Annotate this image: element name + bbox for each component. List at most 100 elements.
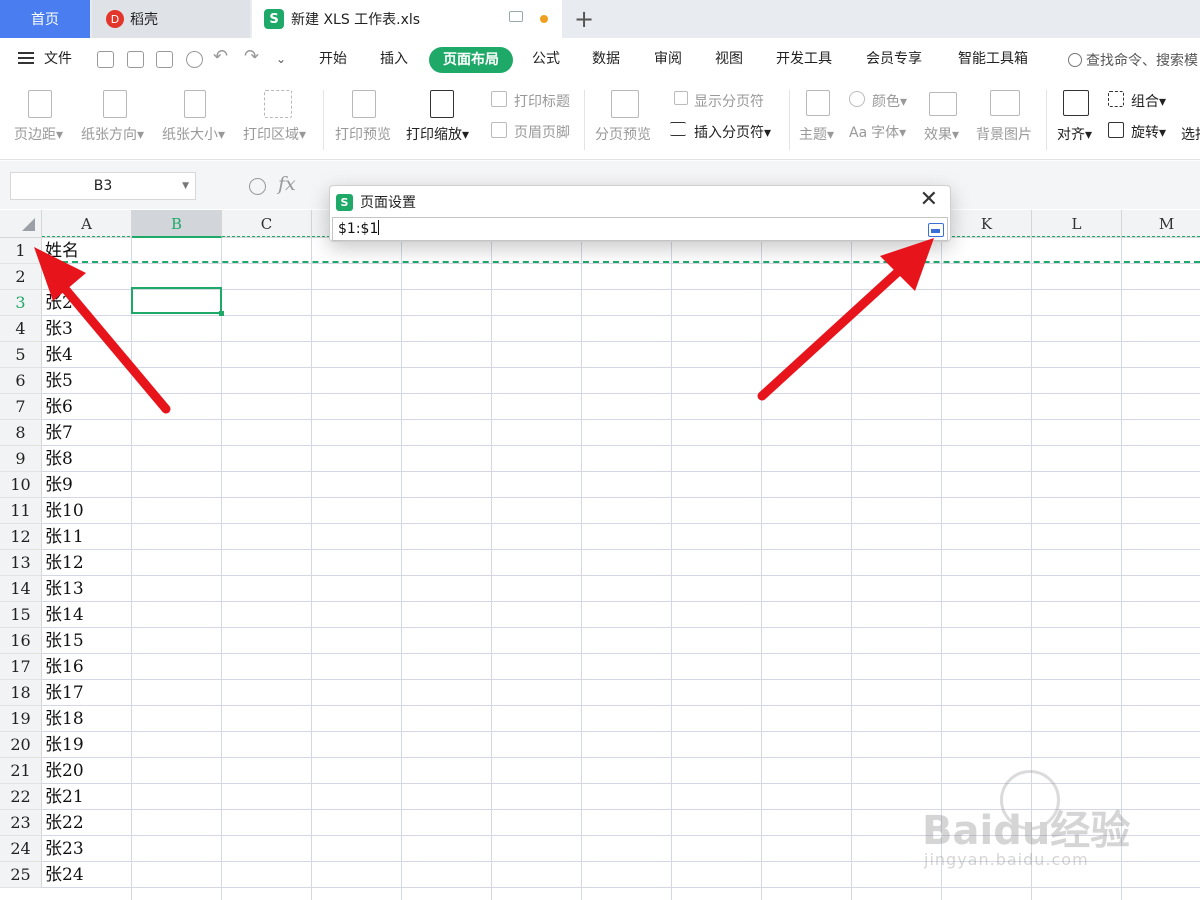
menu-start[interactable]: 开始: [319, 48, 347, 68]
group-button[interactable]: 组合▾: [1131, 91, 1166, 111]
name-box[interactable]: B3 ▼: [10, 172, 196, 200]
column-header-l[interactable]: L: [1032, 210, 1122, 238]
row-header-17[interactable]: 17: [0, 654, 42, 680]
cell-a6[interactable]: 张5: [42, 368, 132, 394]
cell-a13[interactable]: 张12: [42, 550, 132, 576]
row-header-21[interactable]: 21: [0, 758, 42, 784]
row-header-22[interactable]: 22: [0, 784, 42, 810]
menu-developer[interactable]: 开发工具: [776, 48, 832, 68]
row-header-8[interactable]: 8: [0, 420, 42, 446]
column-header-k[interactable]: K: [942, 210, 1032, 238]
save-icon[interactable]: [97, 51, 114, 68]
column-header-b[interactable]: B: [132, 210, 222, 238]
tab-daoke[interactable]: D 稻壳: [92, 0, 250, 38]
row-header-14[interactable]: 14: [0, 576, 42, 602]
cell-a18[interactable]: 张17: [42, 680, 132, 706]
close-icon[interactable]: ✕: [920, 187, 938, 212]
cell-a14[interactable]: 张13: [42, 576, 132, 602]
print-titles-button[interactable]: 打印标题: [514, 91, 570, 111]
row-header-11[interactable]: 11: [0, 498, 42, 524]
column-header-a[interactable]: A: [42, 210, 132, 238]
cell-a19[interactable]: 张18: [42, 706, 132, 732]
cell-a3[interactable]: 张2: [42, 290, 132, 316]
tab-home[interactable]: 首页: [0, 0, 90, 38]
header-footer-button[interactable]: 页眉页脚: [514, 122, 570, 142]
row-header-5[interactable]: 5: [0, 342, 42, 368]
undo-icon[interactable]: ↶: [213, 46, 228, 67]
cell-a23[interactable]: 张22: [42, 810, 132, 836]
cell-a17[interactable]: 张16: [42, 654, 132, 680]
row-header-3[interactable]: 3: [0, 290, 42, 316]
quick-access-dropdown-icon[interactable]: ⌄: [276, 52, 286, 66]
row-header-23[interactable]: 23: [0, 810, 42, 836]
menu-page-layout[interactable]: 页面布局: [429, 47, 513, 73]
row-header-6[interactable]: 6: [0, 368, 42, 394]
insert-page-break-button[interactable]: 插入分页符▾: [694, 122, 771, 142]
menu-review[interactable]: 审阅: [654, 48, 682, 68]
select-button[interactable]: 选择: [1181, 124, 1200, 144]
zoom-icon[interactable]: [249, 178, 266, 195]
cell-a4[interactable]: 张3: [42, 316, 132, 342]
cell-a15[interactable]: 张14: [42, 602, 132, 628]
print-title-range-input[interactable]: $1:$1: [332, 217, 948, 241]
row-header-24[interactable]: 24: [0, 836, 42, 862]
margins-button[interactable]: 页边距▾: [14, 124, 63, 144]
row-header-12[interactable]: 12: [0, 524, 42, 550]
select-all-corner[interactable]: [0, 210, 42, 238]
row-header-20[interactable]: 20: [0, 732, 42, 758]
page-break-preview-button[interactable]: 分页预览: [595, 124, 651, 144]
cell-a2[interactable]: [42, 264, 132, 290]
row-header-4[interactable]: 4: [0, 316, 42, 342]
row-header-7[interactable]: 7: [0, 394, 42, 420]
cell-a21[interactable]: 张20: [42, 758, 132, 784]
menu-file[interactable]: 文件: [18, 48, 72, 68]
effects-button[interactable]: 效果▾: [924, 124, 959, 144]
row-header-15[interactable]: 15: [0, 602, 42, 628]
print-preview-button[interactable]: 打印预览: [335, 124, 391, 144]
column-header-m[interactable]: M: [1122, 210, 1200, 238]
cell-a24[interactable]: 张23: [42, 836, 132, 862]
menu-insert[interactable]: 插入: [380, 48, 408, 68]
row-header-19[interactable]: 19: [0, 706, 42, 732]
fonts-button[interactable]: Aa 字体▾: [849, 122, 906, 142]
cell-a12[interactable]: 张11: [42, 524, 132, 550]
preview-icon[interactable]: [186, 51, 203, 68]
cell-a11[interactable]: 张10: [42, 498, 132, 524]
rotate-button[interactable]: 旋转▾: [1131, 122, 1166, 142]
menu-view[interactable]: 视图: [715, 48, 743, 68]
cell-a10[interactable]: 张9: [42, 472, 132, 498]
row-header-18[interactable]: 18: [0, 680, 42, 706]
menu-data[interactable]: 数据: [592, 48, 620, 68]
menu-formula[interactable]: 公式: [532, 48, 560, 68]
paper-size-button[interactable]: 纸张大小▾: [162, 124, 225, 144]
print-area-button[interactable]: 打印区域▾: [243, 124, 306, 144]
expand-dialog-icon[interactable]: [928, 223, 944, 237]
show-page-breaks-checkbox[interactable]: [674, 91, 688, 105]
name-box-dropdown-icon[interactable]: ▼: [182, 173, 189, 199]
theme-button[interactable]: 主题▾: [799, 124, 834, 144]
cell-a20[interactable]: 张19: [42, 732, 132, 758]
row-header-10[interactable]: 10: [0, 472, 42, 498]
menu-smart-toolbox[interactable]: 智能工具箱: [958, 48, 1028, 68]
row-header-2[interactable]: 2: [0, 264, 42, 290]
cell-a8[interactable]: 张7: [42, 420, 132, 446]
cell-a7[interactable]: 张6: [42, 394, 132, 420]
cell-a22[interactable]: 张21: [42, 784, 132, 810]
colors-button[interactable]: 颜色▾: [872, 91, 907, 111]
column-header-c[interactable]: C: [222, 210, 312, 238]
align-button[interactable]: 对齐▾: [1057, 124, 1092, 144]
menu-member[interactable]: 会员专享: [866, 48, 922, 68]
background-image-button[interactable]: 背景图片: [976, 124, 1032, 144]
row-header-13[interactable]: 13: [0, 550, 42, 576]
row-header-9[interactable]: 9: [0, 446, 42, 472]
monitor-icon[interactable]: [509, 11, 523, 22]
row-header-1[interactable]: 1: [0, 238, 42, 264]
cell-a25[interactable]: 张24: [42, 862, 132, 888]
command-search[interactable]: 查找命令、搜索模: [1068, 50, 1198, 70]
new-tab-plus-icon[interactable]: +: [574, 5, 594, 33]
fx-icon[interactable]: fx: [278, 173, 296, 195]
row-header-25[interactable]: 25: [0, 862, 42, 888]
cell-a9[interactable]: 张8: [42, 446, 132, 472]
cell-a5[interactable]: 张4: [42, 342, 132, 368]
row-header-16[interactable]: 16: [0, 628, 42, 654]
